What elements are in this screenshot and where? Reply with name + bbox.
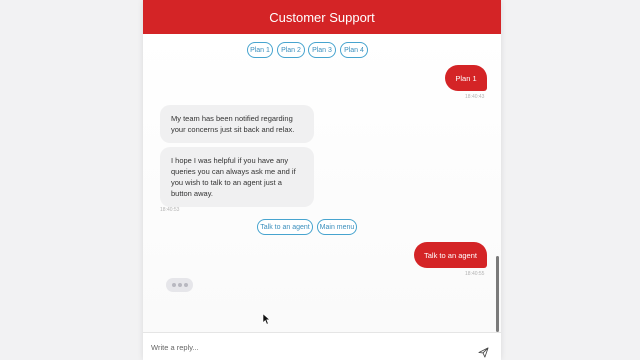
user-message-timestamp: 18:40:55 [465, 271, 485, 277]
user-message-timestamp: 18:40:43 [465, 94, 485, 100]
plan-1-chip[interactable]: Plan 1 [247, 42, 273, 58]
send-button[interactable] [476, 345, 490, 359]
user-message-talk-to-agent: Talk to an agent [414, 242, 487, 268]
main-menu-button[interactable]: Main menu [317, 219, 357, 235]
typing-indicator [166, 278, 193, 292]
reply-input[interactable] [151, 339, 451, 355]
bot-message-helpful: I hope I was helpful if you have any que… [160, 147, 314, 207]
scrollbar-thumb[interactable] [496, 256, 499, 332]
chat-title: Customer Support [269, 9, 375, 25]
typing-dot [171, 283, 176, 287]
talk-to-agent-button[interactable]: Talk to an agent [257, 219, 313, 235]
plan-2-chip[interactable]: Plan 2 [277, 42, 305, 58]
typing-dot [177, 283, 182, 287]
bot-message-timestamp: 18:40:53 [160, 207, 180, 213]
mouse-pointer-icon [262, 313, 270, 325]
chat-header: Customer Support [143, 0, 501, 34]
message-list[interactable]: Plan 1 Plan 2 Plan 3 Plan 4 Plan 1 18:40… [143, 34, 501, 332]
bot-message-notified: My team has been notified regarding your… [160, 105, 314, 143]
chat-widget: Customer Support Plan 1 Plan 2 Plan 3 Pl… [143, 0, 501, 360]
plan-4-chip[interactable]: Plan 4 [340, 42, 368, 58]
user-message-plan-1: Plan 1 [445, 65, 487, 91]
composer [143, 332, 501, 360]
typing-dot [183, 283, 188, 287]
send-icon [478, 347, 488, 357]
plan-3-chip[interactable]: Plan 3 [308, 42, 336, 58]
